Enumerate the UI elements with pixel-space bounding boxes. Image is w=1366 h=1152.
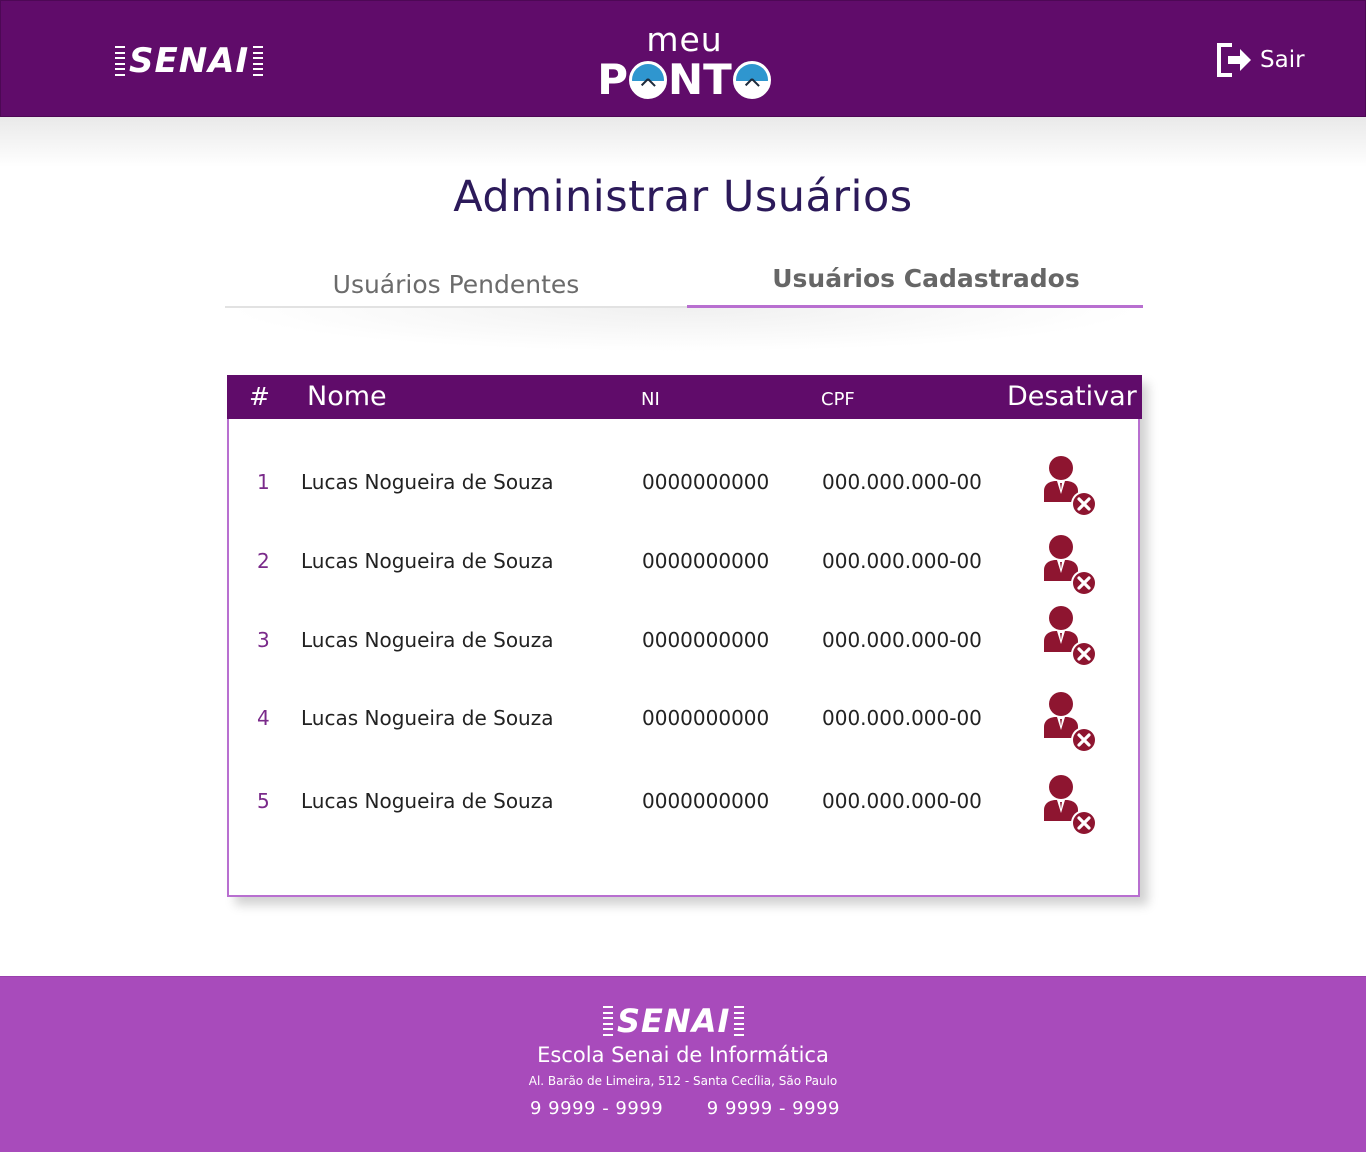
users-table: # Nome NI CPF Desativar 1 Lucas Nogueira… [227,375,1142,897]
row-cpf: 000.000.000-00 [822,549,982,573]
logo-text: SENAI [129,41,250,81]
logo-bars-left [603,1006,613,1036]
row-cpf: 000.000.000-00 [822,470,982,494]
row-name: Lucas Nogueira de Souza [301,628,554,652]
row-ni: 0000000000 [642,706,770,730]
tabs-shadow [225,308,1143,352]
row-name: Lucas Nogueira de Souza [301,706,554,730]
row-ni: 0000000000 [642,470,770,494]
footer-senai-logo: SENAI [603,1002,745,1040]
logout-label: Sair [1260,47,1305,73]
header-num: # [249,382,270,411]
footer-phone: 9 9999 - 9999 [706,1098,840,1119]
table-row: 3 Lucas Nogueira de Souza 0000000000 000… [229,606,1140,670]
header-shadow [0,117,1366,167]
page-title: Administrar Usuários [453,172,913,222]
clock-icon [732,61,771,99]
tab-registered-users[interactable]: Usuários Cadastrados [687,262,1143,308]
remove-user-icon[interactable] [1039,773,1101,837]
row-number: 2 [257,549,270,573]
row-name: Lucas Nogueira de Souza [301,549,554,573]
row-name: Lucas Nogueira de Souza [301,789,554,813]
row-cpf: 000.000.000-00 [822,628,982,652]
clock-icon [628,61,667,99]
row-ni: 0000000000 [642,549,770,573]
tab-pending-users[interactable]: Usuários Pendentes [225,262,687,308]
logout-button[interactable]: Sair [1216,42,1305,78]
remove-user-icon[interactable] [1039,454,1101,518]
top-header: SENAI meu P NT Sair [0,0,1366,117]
header-cpf: CPF [821,389,855,410]
meu-ponto-logo[interactable]: meu P NT [597,23,772,105]
footer: SENAI Escola Senai de Informática Al. Ba… [0,976,1366,1152]
brand-letters-nt: NT [667,55,732,104]
table-row: 2 Lucas Nogueira de Souza 0000000000 000… [229,531,1140,596]
row-number: 5 [257,789,270,813]
header-deactivate: Desativar [1007,381,1137,412]
table-row: 4 Lucas Nogueira de Souza 0000000000 000… [229,688,1140,753]
table-row: 5 Lucas Nogueira de Souza 0000000000 000… [229,771,1140,836]
footer-school-name: Escola Senai de Informática [537,1043,829,1067]
row-cpf: 000.000.000-00 [822,789,982,813]
senai-logo[interactable]: SENAI [115,41,264,81]
table-row: 1 Lucas Nogueira de Souza 0000000000 000… [229,452,1140,517]
brand-top-text: meu [646,20,723,59]
header-ni: NI [641,389,660,410]
logo-bars-right [734,1006,745,1036]
row-cpf: 000.000.000-00 [822,706,982,730]
logo-bars-left [115,46,125,76]
row-ni: 0000000000 [642,628,770,652]
remove-user-icon[interactable] [1039,604,1101,668]
table-header: # Nome NI CPF Desativar [227,375,1142,419]
header-name: Nome [307,381,387,412]
footer-logo-text: SENAI [617,1002,731,1040]
remove-user-icon[interactable] [1039,533,1101,597]
row-number: 4 [257,706,270,730]
footer-address: Al. Barão de Limeira, 512 - Santa Cecíli… [528,1074,838,1088]
row-name: Lucas Nogueira de Souza [301,470,554,494]
remove-user-icon[interactable] [1039,690,1101,754]
logo-bars-right [253,46,264,76]
row-number: 1 [257,470,270,494]
brand-letter-p: P [597,55,628,104]
footer-phones: 9 9999 - 9999 9 9999 - 9999 [530,1098,840,1119]
footer-phone: 9 9999 - 9999 [530,1098,664,1119]
brand-bottom-text: P NT [597,57,772,103]
row-ni: 0000000000 [642,789,770,813]
user-tabs: Usuários Pendentes Usuários Cadastrados [225,262,1143,308]
row-number: 3 [257,628,270,652]
logout-icon [1216,42,1254,78]
